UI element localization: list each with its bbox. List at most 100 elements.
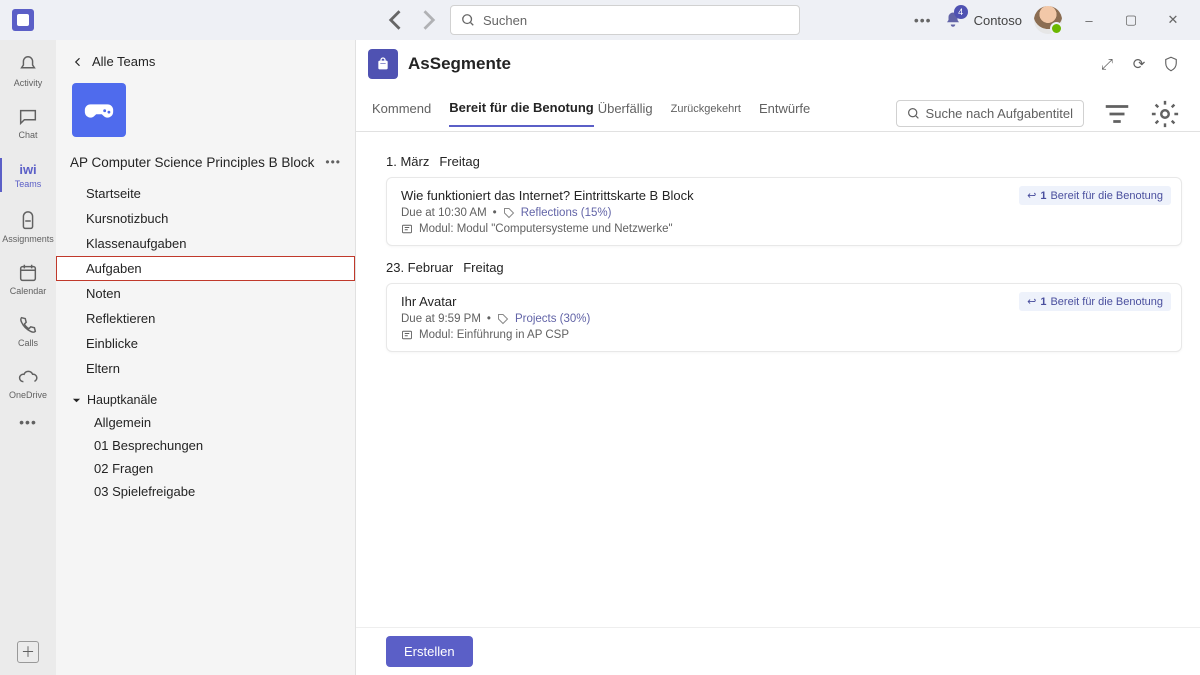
channel-general[interactable]: Allgemein: [56, 411, 355, 434]
menu-reflect[interactable]: Reflektieren: [56, 306, 355, 331]
date-group-header: 1. März Freitag: [386, 154, 1182, 169]
rail-onedrive[interactable]: OneDrive: [0, 358, 56, 408]
caret-down-icon: [72, 396, 81, 405]
rail-teams[interactable]: iwi Teams: [0, 150, 56, 200]
menu-classwork[interactable]: Klassenaufgaben: [56, 231, 355, 256]
rail-calendar[interactable]: Calendar: [0, 254, 56, 304]
gear-icon: [1150, 99, 1180, 129]
rail-apps-button[interactable]: ＋: [17, 641, 39, 663]
channel-01[interactable]: 01 Besprechungen: [56, 434, 355, 457]
bell-icon: [17, 54, 39, 76]
turn-in-icon: ↩: [1027, 189, 1036, 202]
category-tag: Projects (30%): [515, 313, 590, 325]
rail-label: OneDrive: [9, 390, 47, 400]
rail-calls[interactable]: Calls: [0, 306, 56, 356]
rail-label-top: iwi: [19, 162, 36, 177]
channel-02[interactable]: 02 Fragen: [56, 457, 355, 480]
status-label: Bereit für die Benotung: [1050, 296, 1163, 308]
user-avatar[interactable]: [1034, 6, 1062, 34]
nav-forward-button[interactable]: [414, 6, 442, 34]
assignment-list: 1. März Freitag Wie funktioniert das Int…: [356, 132, 1200, 675]
team-panel: Alle Teams AP Computer Science Principle…: [56, 40, 356, 675]
day-label: Freitag: [463, 260, 503, 275]
tab-drafts[interactable]: Entwürfe: [759, 101, 810, 126]
tag-icon: [497, 313, 509, 325]
gamepad-icon: [82, 93, 116, 127]
title-bar: Suchen ••• 4 Contoso – ▢ ✕: [0, 0, 1200, 40]
due-time: Due at 10:30 AM: [401, 207, 487, 219]
tab-returned[interactable]: Zurückgekehrt: [671, 103, 741, 125]
notification-badge: 4: [954, 5, 968, 19]
status-badge: ↩ 1 Bereit für die Benotung: [1019, 292, 1171, 311]
tag-icon: [503, 207, 515, 219]
search-placeholder: Suchen: [483, 13, 527, 28]
team-avatar[interactable]: [72, 83, 126, 137]
window-minimize-button[interactable]: –: [1074, 5, 1104, 35]
channel-03[interactable]: 03 Spielefreigabe: [56, 480, 355, 503]
backpack-icon: [375, 56, 391, 72]
back-to-teams-button[interactable]: Alle Teams: [56, 50, 355, 79]
create-button[interactable]: Erstellen: [386, 636, 473, 667]
tab-overdue[interactable]: Überfällig: [598, 101, 653, 126]
main-title: AsSegmente: [408, 54, 511, 74]
rail-label: Calendar: [10, 286, 47, 296]
footer-bar: Erstellen: [356, 627, 1200, 675]
app-logo: [12, 9, 34, 31]
settings-button[interactable]: [1150, 99, 1180, 129]
status-count: 1: [1040, 190, 1046, 202]
rail-chat[interactable]: Chat: [0, 98, 56, 148]
app-rail: Activity Chat iwi Teams Assignments Cale…: [0, 40, 56, 675]
window-maximize-button[interactable]: ▢: [1116, 5, 1146, 35]
search-icon: [907, 107, 920, 120]
due-time: Due at 9:59 PM: [401, 313, 481, 325]
rail-more-button[interactable]: •••: [19, 414, 37, 430]
main-area: AsSegmente ⤢ ⟳ Kommend Bereit für die Be…: [356, 40, 1200, 675]
assignments-app-icon: [368, 49, 398, 79]
assignment-card[interactable]: Wie funktioniert das Internet? Eintritts…: [386, 177, 1182, 246]
main-header: AsSegmente ⤢ ⟳: [356, 40, 1200, 88]
menu-insights[interactable]: Einblicke: [56, 331, 355, 356]
date-label: 1. März: [386, 154, 429, 169]
search-assignments-input[interactable]: Suche nach Aufgabentitel: [896, 100, 1084, 127]
status-label: Bereit für die Benotung: [1050, 190, 1163, 202]
rail-label: Teams: [15, 179, 42, 189]
phone-icon: [17, 314, 39, 336]
calendar-icon: [17, 262, 39, 284]
rail-assignments[interactable]: Assignments: [0, 202, 56, 252]
turn-in-icon: ↩: [1027, 295, 1036, 308]
refresh-button[interactable]: ⟳: [1130, 55, 1148, 73]
menu-assignments[interactable]: Aufgaben: [56, 256, 355, 281]
menu-grades[interactable]: Noten: [56, 281, 355, 306]
filter-button[interactable]: [1102, 99, 1132, 129]
search-placeholder: Suche nach Aufgabentitel: [926, 106, 1073, 121]
notifications-button[interactable]: 4: [944, 11, 962, 29]
section-label: Hauptkanäle: [87, 393, 157, 407]
tabs-row: Kommend Bereit für die Benotung Überfäll…: [356, 88, 1200, 132]
global-search-input[interactable]: Suchen: [450, 5, 800, 35]
rail-label: Activity: [14, 78, 43, 88]
module-label: Modul: Modul "Computersysteme und Netzwe…: [419, 223, 673, 235]
menu-home[interactable]: Startseite: [56, 181, 355, 206]
chevron-left-icon: [72, 56, 84, 68]
tab-upcoming[interactable]: Kommend: [372, 101, 431, 126]
menu-parents[interactable]: Eltern: [56, 356, 355, 381]
window-close-button[interactable]: ✕: [1158, 5, 1188, 35]
cloud-icon: [17, 366, 39, 388]
expand-button[interactable]: ⤢: [1098, 55, 1116, 73]
rail-label: Calls: [18, 338, 38, 348]
assignment-card[interactable]: Ihr Avatar Due at 9:59 PM • Projects (30…: [386, 283, 1182, 352]
org-name: Contoso: [974, 13, 1022, 28]
tab-ready-to-grade[interactable]: Bereit für die Benotung: [449, 100, 593, 127]
rail-activity[interactable]: Activity: [0, 46, 56, 96]
menu-classnotebook[interactable]: Kursnotizbuch: [56, 206, 355, 231]
status-count: 1: [1040, 296, 1046, 308]
chat-icon: [17, 106, 39, 128]
team-more-button[interactable]: •••: [321, 151, 345, 173]
date-group-header: 23. Februar Freitag: [386, 260, 1182, 275]
category-tag: Reflections (15%): [521, 207, 612, 219]
nav-back-button[interactable]: [382, 6, 410, 34]
shield-icon[interactable]: [1162, 55, 1180, 73]
filter-icon: [1102, 99, 1132, 129]
channels-section-toggle[interactable]: Hauptkanäle: [56, 381, 355, 411]
more-button[interactable]: •••: [914, 12, 932, 28]
